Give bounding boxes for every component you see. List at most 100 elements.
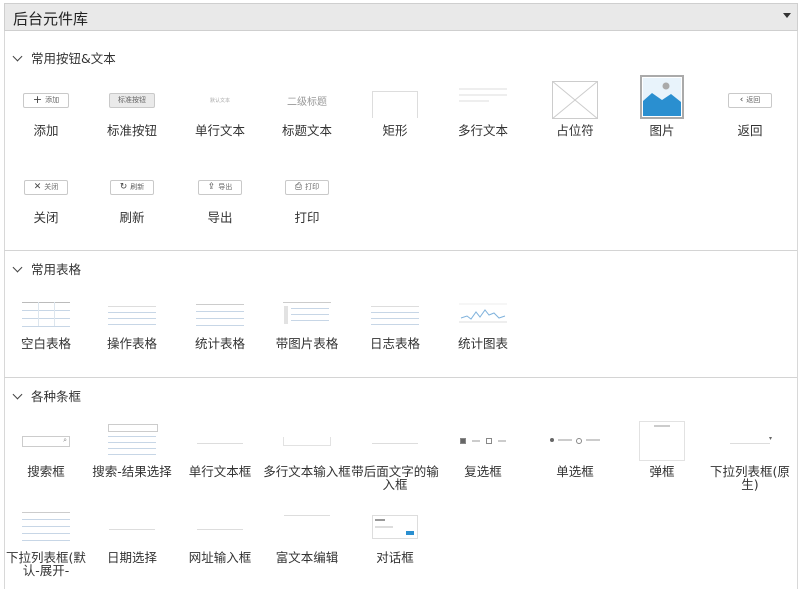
- widget-label: 占位符: [556, 123, 594, 138]
- section-header[interactable]: 各种条框: [12, 386, 81, 405]
- preview-text: 默认文本: [209, 97, 230, 104]
- multiline-preview: [459, 86, 507, 108]
- textarea-preview: [283, 436, 331, 446]
- widget-refresh[interactable]: ↻ 刷新 刷新: [88, 167, 176, 224]
- widget-popup[interactable]: 弹框: [618, 421, 706, 478]
- search-result-preview: [108, 424, 158, 458]
- widget-label: 单行文本: [194, 123, 245, 138]
- preview-text: 标准按钮: [118, 96, 146, 104]
- chevron-left-icon: ‹: [739, 95, 744, 105]
- chevron-down-icon[interactable]: [12, 389, 23, 400]
- widget-label: 矩形: [382, 123, 408, 138]
- widget-single-text[interactable]: 默认文本 单行文本: [176, 80, 264, 138]
- export-button-preview: ⇪ 导出: [198, 179, 242, 195]
- widget-label: 统计图表: [457, 336, 508, 351]
- widget-label: 日志表格: [369, 336, 420, 351]
- widget-rectangle[interactable]: 矩形: [351, 80, 439, 137]
- section-header[interactable]: 常用按钮&文本: [12, 48, 116, 67]
- widget-native-dropdown[interactable]: ▾ 下拉列表框(原生): [706, 421, 794, 491]
- widget-label: 对话框: [376, 550, 414, 565]
- standard-button-preview: 标准按钮: [109, 92, 155, 108]
- dropdown-preview: ▾: [730, 435, 772, 444]
- widget-label: 日期选择: [106, 550, 157, 565]
- widget-label: 弹框: [649, 464, 675, 479]
- widget-placeholder[interactable]: 占位符: [531, 80, 619, 137]
- widget-label: 统计表格: [194, 336, 245, 351]
- section-input-fields: 各种条框 ⌕ 搜索框 搜索-结果选择 单行文本框 多行文本输入框 带后面文字的输…: [4, 377, 797, 589]
- widget-heading-text[interactable]: 二级标题 标题文本: [263, 80, 351, 138]
- rectangle-preview: [372, 90, 418, 118]
- widget-date-picker[interactable]: 日期选择: [88, 507, 176, 564]
- widget-label: 下拉列表框(原生): [710, 464, 790, 492]
- popup-preview: [639, 421, 685, 461]
- widget-single-text-box[interactable]: 单行文本框: [176, 421, 264, 478]
- checkbox-preview: [460, 438, 506, 444]
- widget-operation-table[interactable]: 操作表格: [88, 293, 176, 350]
- widget-label: 标题文本: [281, 123, 332, 138]
- section-title: 各种条框: [31, 389, 82, 404]
- section-title: 常用表格: [31, 262, 82, 277]
- widget-back[interactable]: ‹ 返回 返回: [706, 80, 794, 137]
- widget-image[interactable]: 图片: [618, 74, 706, 137]
- widget-standard-button[interactable]: 标准按钮 标准按钮: [88, 80, 176, 137]
- widget-close[interactable]: ✕ 关闭 关闭: [2, 167, 90, 224]
- widget-label: 关闭: [33, 210, 59, 225]
- widget-label: 添加: [33, 123, 59, 138]
- widget-label: 下拉列表框(默认-展开-: [6, 550, 86, 578]
- widget-search-box[interactable]: ⌕ 搜索框: [2, 421, 90, 478]
- widget-radio[interactable]: 单选框: [531, 421, 619, 478]
- widget-print[interactable]: ⎙ 打印 打印: [263, 167, 351, 224]
- section-tables: 常用表格 空白表格 操作表格 统计表格 带图片表格 日志表格 统计图表: [4, 250, 797, 378]
- widget-input-with-suffix[interactable]: 带后面文字的输入框: [351, 421, 439, 491]
- refresh-button-preview: ↻ 刷新: [110, 179, 154, 195]
- section-header[interactable]: 常用表格: [12, 259, 81, 278]
- search-box-preview: ⌕: [22, 435, 70, 447]
- section-buttons-text: 常用按钮&文本 + 添加 添加 标准按钮 标准按钮 默认文本 单行文本 二级标题 …: [4, 39, 797, 250]
- widget-label: 搜索框: [27, 464, 65, 479]
- widget-label: 导出: [207, 210, 233, 225]
- widget-multiline-input[interactable]: 多行文本输入框: [263, 421, 351, 478]
- preview-text: 添加: [45, 96, 60, 104]
- widget-stats-chart[interactable]: 统计图表: [439, 293, 527, 350]
- widget-image-table[interactable]: 带图片表格: [263, 293, 351, 350]
- widget-label: 多行文本: [457, 123, 508, 138]
- add-button-preview: + 添加: [23, 92, 69, 108]
- widget-multiline-text[interactable]: 多行文本: [439, 80, 527, 137]
- widget-rich-text-editor[interactable]: 富文本编辑: [263, 507, 351, 564]
- widget-url-input[interactable]: 网址输入框: [176, 507, 264, 564]
- dropdown-expanded-preview: [22, 508, 70, 546]
- chevron-down-icon[interactable]: [12, 262, 23, 273]
- dropdown-caret-icon[interactable]: [783, 13, 791, 18]
- widget-search-result[interactable]: 搜索-结果选择: [88, 421, 176, 478]
- widget-add[interactable]: + 添加 添加: [2, 80, 90, 137]
- url-input-preview: [197, 524, 243, 530]
- preview-text: 打印: [305, 183, 320, 191]
- preview-text: 返回: [746, 96, 761, 104]
- widget-label: 多行文本输入框: [263, 464, 351, 479]
- radio-preview: [550, 438, 600, 444]
- widget-label: 网址输入框: [188, 550, 252, 565]
- widget-dropdown-expanded[interactable]: 下拉列表框(默认-展开-: [2, 507, 90, 577]
- widget-label: 空白表格: [20, 336, 71, 351]
- widget-blank-table[interactable]: 空白表格: [2, 293, 90, 350]
- panel-right-border: [797, 31, 798, 589]
- widget-export[interactable]: ⇪ 导出 导出: [176, 167, 264, 224]
- library-selector[interactable]: 后台元件库: [4, 3, 798, 31]
- table-preview: [196, 298, 244, 328]
- widget-stats-table[interactable]: 统计表格: [176, 293, 264, 350]
- suffix-input-preview: [372, 438, 418, 444]
- table-preview: [371, 298, 419, 328]
- widget-dialog[interactable]: 对话框: [351, 507, 439, 564]
- chevron-down-icon[interactable]: [12, 51, 23, 62]
- close-icon: ✕: [33, 182, 42, 192]
- textbox-preview: [197, 438, 243, 444]
- placeholder-preview: [552, 81, 598, 119]
- widget-checkbox[interactable]: 复选框: [439, 421, 527, 478]
- widget-log-table[interactable]: 日志表格: [351, 293, 439, 350]
- refresh-icon: ↻: [119, 182, 128, 192]
- image-icon: [640, 75, 684, 119]
- dialog-preview: [372, 515, 418, 539]
- search-icon: ⌕: [63, 435, 67, 444]
- widget-label: 图片: [649, 123, 675, 138]
- printer-icon: ⎙: [294, 182, 303, 192]
